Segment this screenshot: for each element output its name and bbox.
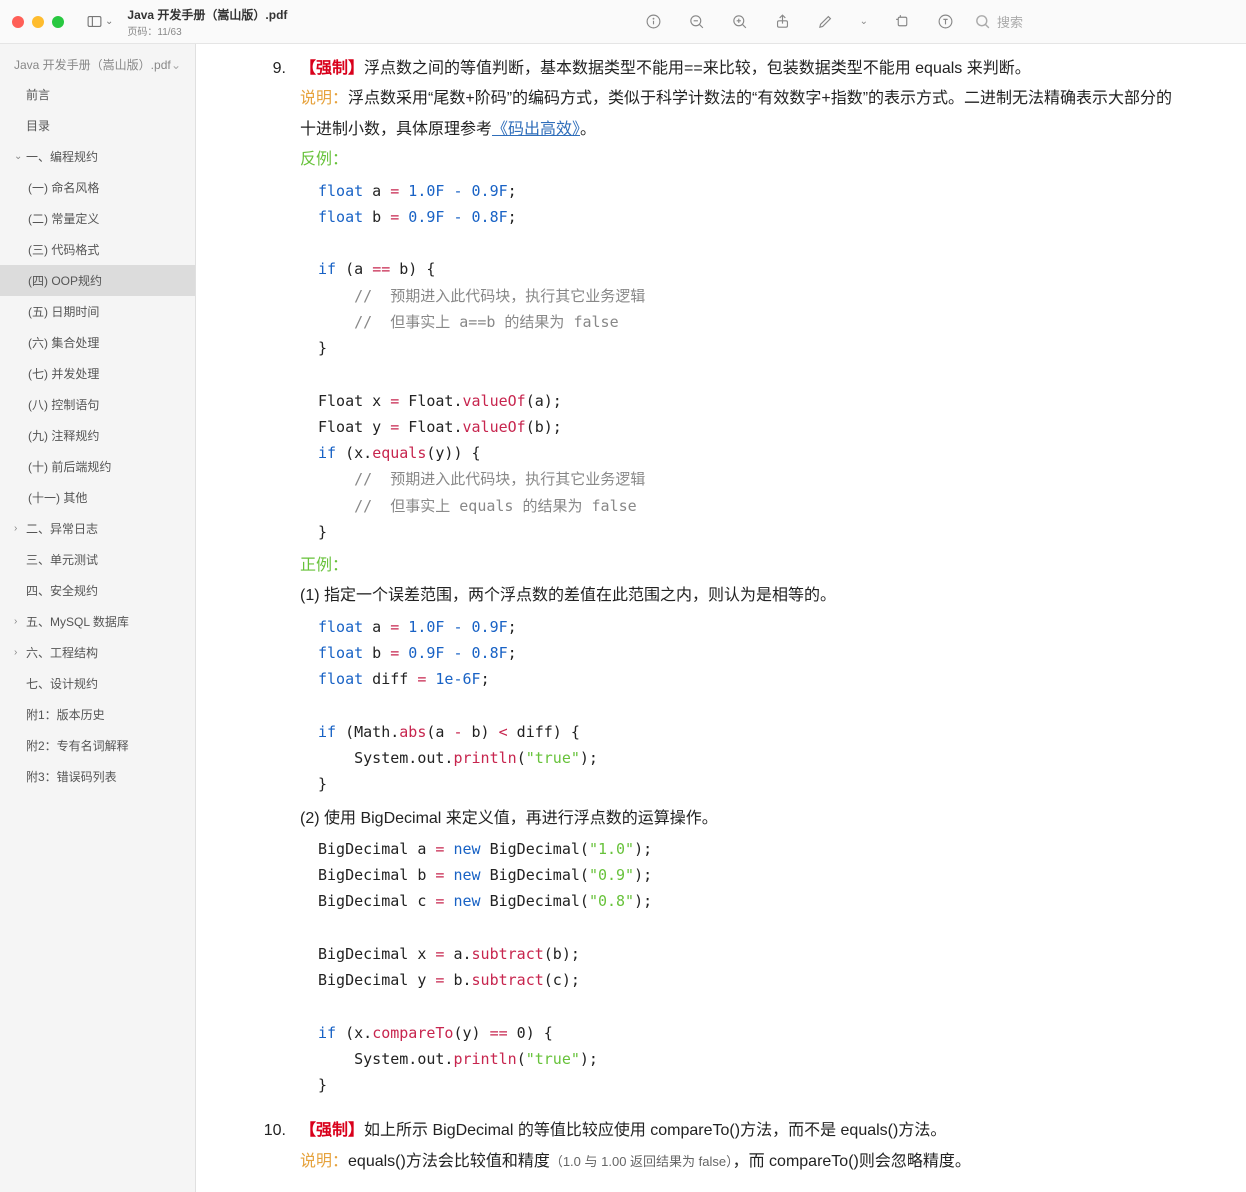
sidebar-item[interactable]: ›六、工程结构	[0, 637, 195, 668]
sidebar-item[interactable]: (九) 注释规约	[0, 420, 195, 451]
sidebar-item-label: (十一) 其他	[28, 489, 87, 506]
sidebar-item-label: (五) 日期时间	[28, 303, 99, 320]
sidebar-item[interactable]: (五) 日期时间	[0, 296, 195, 327]
sidebar-item-label: 附3：错误码列表	[26, 768, 117, 785]
sidebar-item[interactable]: (八) 控制语句	[0, 389, 195, 420]
chevron-icon: ›	[14, 616, 24, 627]
sidebar-item-label: 六、工程结构	[26, 644, 98, 661]
search-input[interactable]: 搜索	[974, 12, 1234, 31]
zoom-icon[interactable]	[52, 16, 64, 28]
sidebar-item[interactable]: 附3：错误码列表	[0, 761, 195, 792]
sidebar-item-label: (二) 常量定义	[28, 210, 99, 227]
sidebar-item[interactable]: (十一) 其他	[0, 482, 195, 513]
text-tool-icon[interactable]	[931, 9, 960, 34]
sidebar-toggle[interactable]: ⌄	[80, 9, 119, 34]
sidebar-item-label: (六) 集合处理	[28, 334, 99, 351]
good-example-2: (2) 使用 BigDecimal 来定义值，再进行浮点数的运算操作。	[300, 804, 1186, 834]
sidebar-item[interactable]: ›二、异常日志	[0, 513, 195, 544]
explain-text: 浮点数采用“尾数+阶码”的编码方式，类似于科学计数法的“有效数字+指数”的表示方…	[300, 90, 1172, 137]
good-example-label: 正例：	[300, 551, 1186, 581]
sidebar-item[interactable]: (一) 命名风格	[0, 172, 195, 203]
zoom-in-icon[interactable]	[725, 9, 754, 34]
sidebar-item[interactable]: (四) OOP规约	[0, 265, 195, 296]
crop-icon[interactable]	[888, 9, 917, 34]
mandatory-tag: 【强制】	[300, 60, 364, 77]
zoom-out-icon[interactable]	[682, 9, 711, 34]
sidebar-item[interactable]: ⌄一、编程规约	[0, 141, 195, 172]
sidebar-item[interactable]: 目录	[0, 110, 195, 141]
code-good-2: BigDecimal a = new BigDecimal("1.0"); Bi…	[300, 834, 1186, 1105]
sidebar-item[interactable]: 前言	[0, 79, 195, 110]
sidebar-item-label: 四、安全规约	[26, 582, 98, 599]
sidebar-item-label: 五、MySQL 数据库	[26, 613, 129, 630]
dropdown-icon[interactable]: ⌄	[854, 12, 874, 31]
ref-link[interactable]: 《码出高效》	[492, 121, 580, 138]
sidebar-item-label: (十) 前后端规约	[28, 458, 111, 475]
sidebar-item-label: (一) 命名风格	[28, 179, 99, 196]
sidebar-item-label: 附2：专有名词解释	[26, 737, 129, 754]
sidebar-item-label: 二、异常日志	[26, 520, 98, 537]
rule-body: 浮点数之间的等值判断，基本数据类型不能用==来比较，包装数据类型不能用 equa…	[364, 60, 1031, 77]
explain-label: 说明：	[300, 90, 348, 107]
chevron-icon: ⌄	[14, 151, 24, 162]
sidebar-item-label: 附1：版本历史	[26, 706, 105, 723]
sidebar: Java 开发手册（嵩山版）.pdf⌄ 前言 目录 ⌄一、编程规约 (一) 命名风格…	[0, 44, 196, 1192]
rule-number: 9.	[256, 54, 300, 1104]
sidebar-item[interactable]: 三、单元测试	[0, 544, 195, 575]
sidebar-item-label: 三、单元测试	[26, 551, 98, 568]
sidebar-item-label: (九) 注释规约	[28, 427, 99, 444]
minimize-icon[interactable]	[32, 16, 44, 28]
info-icon[interactable]	[639, 9, 668, 34]
sidebar-item-label: 七、设计规约	[26, 675, 98, 692]
sidebar-item[interactable]: (六) 集合处理	[0, 327, 195, 358]
sidebar-item[interactable]: 四、安全规约	[0, 575, 195, 606]
page-indicator: 页码：11/63	[127, 23, 638, 38]
sidebar-item-label: (三) 代码格式	[28, 241, 99, 258]
window-controls	[12, 16, 64, 28]
code-anti-example: float a = 1.0F - 0.9F; float b = 0.9F - …	[300, 176, 1186, 552]
sidebar-item[interactable]: 七、设计规约	[0, 668, 195, 699]
anti-example-label: 反例：	[300, 145, 1186, 175]
sidebar-item-label: (七) 并发处理	[28, 365, 99, 382]
mandatory-tag: 【强制】	[300, 1122, 364, 1139]
share-icon[interactable]	[768, 9, 797, 34]
close-icon[interactable]	[12, 16, 24, 28]
sidebar-item[interactable]: (七) 并发处理	[0, 358, 195, 389]
doc-title-block: Java 开发手册（嵩山版）.pdf 页码：11/63	[127, 6, 638, 38]
rule-number: 10.	[256, 1116, 300, 1177]
code-good-1: float a = 1.0F - 0.9F; float b = 0.9F - …	[300, 612, 1186, 804]
chevron-icon: ›	[14, 523, 24, 534]
rule-body: 如上所示 BigDecimal 的等值比较应使用 compareTo()方法，而…	[364, 1122, 946, 1139]
sidebar-item-label: (八) 控制语句	[28, 396, 99, 413]
sidebar-doc-name[interactable]: Java 开发手册（嵩山版）.pdf⌄	[0, 50, 195, 79]
sidebar-item-label: 一、编程规约	[26, 148, 98, 165]
sidebar-item-label: 目录	[26, 117, 50, 134]
chevron-icon: ›	[14, 647, 24, 658]
sidebar-item[interactable]: (十) 前后端规约	[0, 451, 195, 482]
good-example-1: (1) 指定一个误差范围，两个浮点数的差值在此范围之内，则认为是相等的。	[300, 581, 1186, 611]
search-placeholder: 搜索	[997, 12, 1023, 31]
document-content: 9. 【强制】浮点数之间的等值判断，基本数据类型不能用==来比较，包装数据类型不…	[196, 44, 1246, 1192]
titlebar: ⌄ Java 开发手册（嵩山版）.pdf 页码：11/63 ⌄ 搜索	[0, 0, 1246, 44]
sidebar-item[interactable]: (三) 代码格式	[0, 234, 195, 265]
sidebar-item[interactable]: 附2：专有名词解释	[0, 730, 195, 761]
explain-label: 说明：	[300, 1153, 348, 1170]
sidebar-item[interactable]: ›五、MySQL 数据库	[0, 606, 195, 637]
doc-title: Java 开发手册（嵩山版）.pdf	[127, 6, 638, 23]
sidebar-item-label: 前言	[26, 86, 50, 103]
sidebar-item[interactable]: (二) 常量定义	[0, 203, 195, 234]
sidebar-item[interactable]: 附1：版本历史	[0, 699, 195, 730]
sidebar-item-label: (四) OOP规约	[28, 272, 102, 289]
annotate-icon[interactable]	[811, 9, 840, 34]
